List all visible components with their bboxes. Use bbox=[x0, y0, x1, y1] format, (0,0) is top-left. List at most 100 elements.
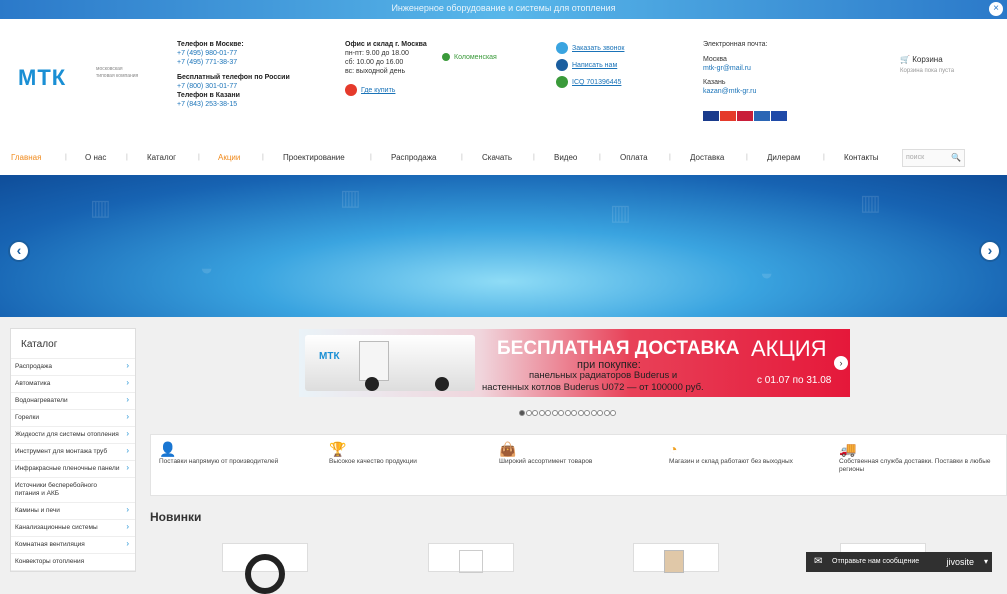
search-icon[interactable]: 🔍 bbox=[951, 153, 961, 162]
promo-banner[interactable]: МТК БЕСПЛАТНАЯ ДОСТАВКА при покупке: пан… bbox=[299, 329, 850, 397]
feature-text: Высокое качество продукции bbox=[329, 458, 417, 465]
sidebar-item-label: Автоматика bbox=[15, 380, 51, 387]
pagination-dot[interactable] bbox=[584, 410, 590, 416]
nav-home[interactable]: Главная bbox=[11, 153, 41, 162]
pagination-dot[interactable] bbox=[610, 410, 616, 416]
nav-video[interactable]: Видео bbox=[554, 153, 577, 162]
truck-wheel bbox=[365, 377, 379, 391]
chat-widget[interactable]: ✉ Отправьте нам сообщение jivosite ▾ bbox=[806, 552, 992, 572]
map-pin-icon bbox=[345, 84, 357, 96]
chevron-right-icon: › bbox=[126, 463, 129, 472]
sidebar-item[interactable]: Инструмент для монтажа труб › bbox=[11, 444, 135, 461]
sidebar-item[interactable]: Распродажа › bbox=[11, 359, 135, 376]
chevron-down-icon[interactable]: ▾ bbox=[984, 552, 988, 572]
pagination-dot[interactable] bbox=[564, 410, 571, 416]
pagination-dot[interactable] bbox=[558, 410, 564, 416]
sidebar-item[interactable]: Камины и печи › bbox=[11, 503, 135, 520]
nav-about[interactable]: О нас bbox=[85, 153, 106, 162]
product-card[interactable] bbox=[428, 543, 514, 573]
email-block: Электронная почта: Москва mtk-gr@mail.ru… bbox=[703, 40, 767, 96]
visa-electron-icon bbox=[754, 111, 770, 121]
cart-icon: 🛒 bbox=[900, 55, 910, 64]
sidebar-item[interactable]: Источники бесперебойного питания и АКБ bbox=[11, 478, 135, 503]
logo[interactable]: МТК bbox=[18, 65, 66, 91]
cart[interactable]: 🛒 Корзина Корзина пока пуста bbox=[900, 55, 954, 74]
sidebar-item[interactable]: Комнатная вентиляция › bbox=[11, 537, 135, 554]
pagination-dot[interactable] bbox=[545, 410, 551, 416]
callback-link[interactable]: Заказать звонок bbox=[572, 45, 624, 52]
nav-payment[interactable]: Оплата bbox=[620, 153, 648, 162]
icq-link[interactable]: ICQ 701396445 bbox=[572, 79, 621, 86]
feature-text: Магазин и склад работают без выходных bbox=[669, 458, 793, 465]
chat-widget-label: Отправьте нам сообщение bbox=[832, 558, 920, 565]
product-card[interactable] bbox=[222, 543, 308, 594]
where-buy-link[interactable]: Где купить bbox=[361, 87, 395, 94]
kazan-phone[interactable]: +7 (843) 253-38-15 bbox=[177, 100, 290, 109]
pagination-dot[interactable] bbox=[532, 410, 538, 416]
metro: Коломенская bbox=[442, 53, 497, 62]
sidebar-item[interactable]: Канализационные системы › bbox=[11, 520, 135, 537]
pagination-dot[interactable] bbox=[577, 410, 584, 416]
free-phone[interactable]: +7 (800) 301-01-77 bbox=[177, 82, 290, 91]
product-card[interactable] bbox=[633, 543, 719, 573]
banner-next-button[interactable]: › bbox=[834, 356, 848, 370]
where-buy[interactable]: Где купить bbox=[345, 84, 395, 96]
email-kazan[interactable]: kazan@mtk-gr.ru bbox=[703, 87, 767, 96]
feature-item: 👤 Поставки напрямую от производителей bbox=[159, 442, 309, 466]
nav-download[interactable]: Скачать bbox=[482, 153, 512, 162]
nav-design[interactable]: Проектирование bbox=[283, 153, 345, 162]
pagination-dot[interactable] bbox=[571, 410, 577, 416]
nav-sale[interactable]: Распродажа bbox=[391, 153, 437, 162]
feature-text: Поставки напрямую от производителей bbox=[159, 458, 279, 465]
truck-logo: МТК bbox=[319, 351, 340, 362]
nav-separator: | bbox=[65, 154, 67, 161]
section-title-new: Новинки bbox=[150, 510, 202, 524]
sidebar-title: Каталог bbox=[11, 329, 135, 359]
sidebar-item[interactable]: Жидкости для системы отопления › bbox=[11, 427, 135, 444]
nav-promo[interactable]: Акции bbox=[218, 153, 240, 162]
radiator-icon: ▥ bbox=[610, 200, 631, 225]
moscow-phone-1[interactable]: +7 (495) 980-01-77 bbox=[177, 49, 290, 58]
pagination-dot[interactable] bbox=[597, 410, 603, 416]
office-hours-1: пн-пт: 9.00 до 18.00 bbox=[345, 50, 409, 57]
sidebar-item[interactable]: Конвекторы отопления bbox=[11, 554, 135, 571]
banner-line3: настенных котлов Buderus U072 — от 10000… bbox=[482, 382, 704, 393]
office-hours-2: сб: 10.00 до 16.00 bbox=[345, 59, 404, 66]
email-moscow[interactable]: mtk-gr@mail.ru bbox=[703, 64, 767, 73]
sidebar-item[interactable]: Водонагреватели › bbox=[11, 393, 135, 410]
nav-separator: | bbox=[599, 154, 601, 161]
nav-separator: | bbox=[126, 154, 128, 161]
catalog-sidebar: Каталог Распродажа › Автоматика › Водонагр… bbox=[10, 328, 136, 572]
pagination-dot[interactable] bbox=[603, 410, 610, 416]
feature-item: 👜 Широкий ассортимент товаров bbox=[499, 442, 649, 466]
nav-dealers[interactable]: Дилерам bbox=[767, 153, 800, 162]
feature-text: Широкий ассортимент товаров bbox=[499, 458, 593, 465]
nav-delivery[interactable]: Доставка bbox=[690, 153, 724, 162]
kazan-phone-label: Телефон в Казани bbox=[177, 92, 240, 99]
slider-next-button[interactable]: › bbox=[979, 240, 1001, 262]
write-us-link[interactable]: Написать нам bbox=[572, 62, 617, 69]
moscow-phone-label: Телефон в Москве: bbox=[177, 41, 244, 48]
product-image bbox=[245, 554, 285, 594]
sidebar-item-label: Инструмент для монтажа труб bbox=[15, 448, 108, 455]
free-phone-label: Бесплатный телефон по России bbox=[177, 74, 290, 81]
logo-subtitle: московская типовая компания bbox=[96, 66, 139, 79]
radiator-icon: ▥ bbox=[860, 190, 881, 215]
pagination-dot[interactable] bbox=[519, 410, 525, 416]
pagination-dot[interactable] bbox=[551, 410, 558, 416]
nav-contacts[interactable]: Контакты bbox=[844, 153, 879, 162]
pagination-dot[interactable] bbox=[590, 410, 597, 416]
pagination-dot[interactable] bbox=[538, 410, 545, 416]
sidebar-item[interactable]: Горелки › bbox=[11, 410, 135, 427]
cart-title[interactable]: Корзина bbox=[912, 55, 942, 64]
search-input[interactable]: поиск 🔍 bbox=[902, 149, 965, 167]
moscow-phone-2[interactable]: +7 (495) 771-38-37 bbox=[177, 58, 290, 67]
slider-prev-button[interactable]: ‹ bbox=[8, 240, 30, 262]
trophy-icon: 🏆 bbox=[329, 441, 347, 457]
close-icon[interactable]: × bbox=[989, 2, 1003, 16]
sidebar-item[interactable]: Инфракрасные пленочные панели › bbox=[11, 461, 135, 478]
sidebar-item[interactable]: Автоматика › bbox=[11, 376, 135, 393]
pagination-dot[interactable] bbox=[525, 410, 532, 416]
phones-block: Телефон в Москве: +7 (495) 980-01-77 +7 … bbox=[177, 40, 290, 109]
nav-catalog[interactable]: Каталог bbox=[147, 153, 176, 162]
